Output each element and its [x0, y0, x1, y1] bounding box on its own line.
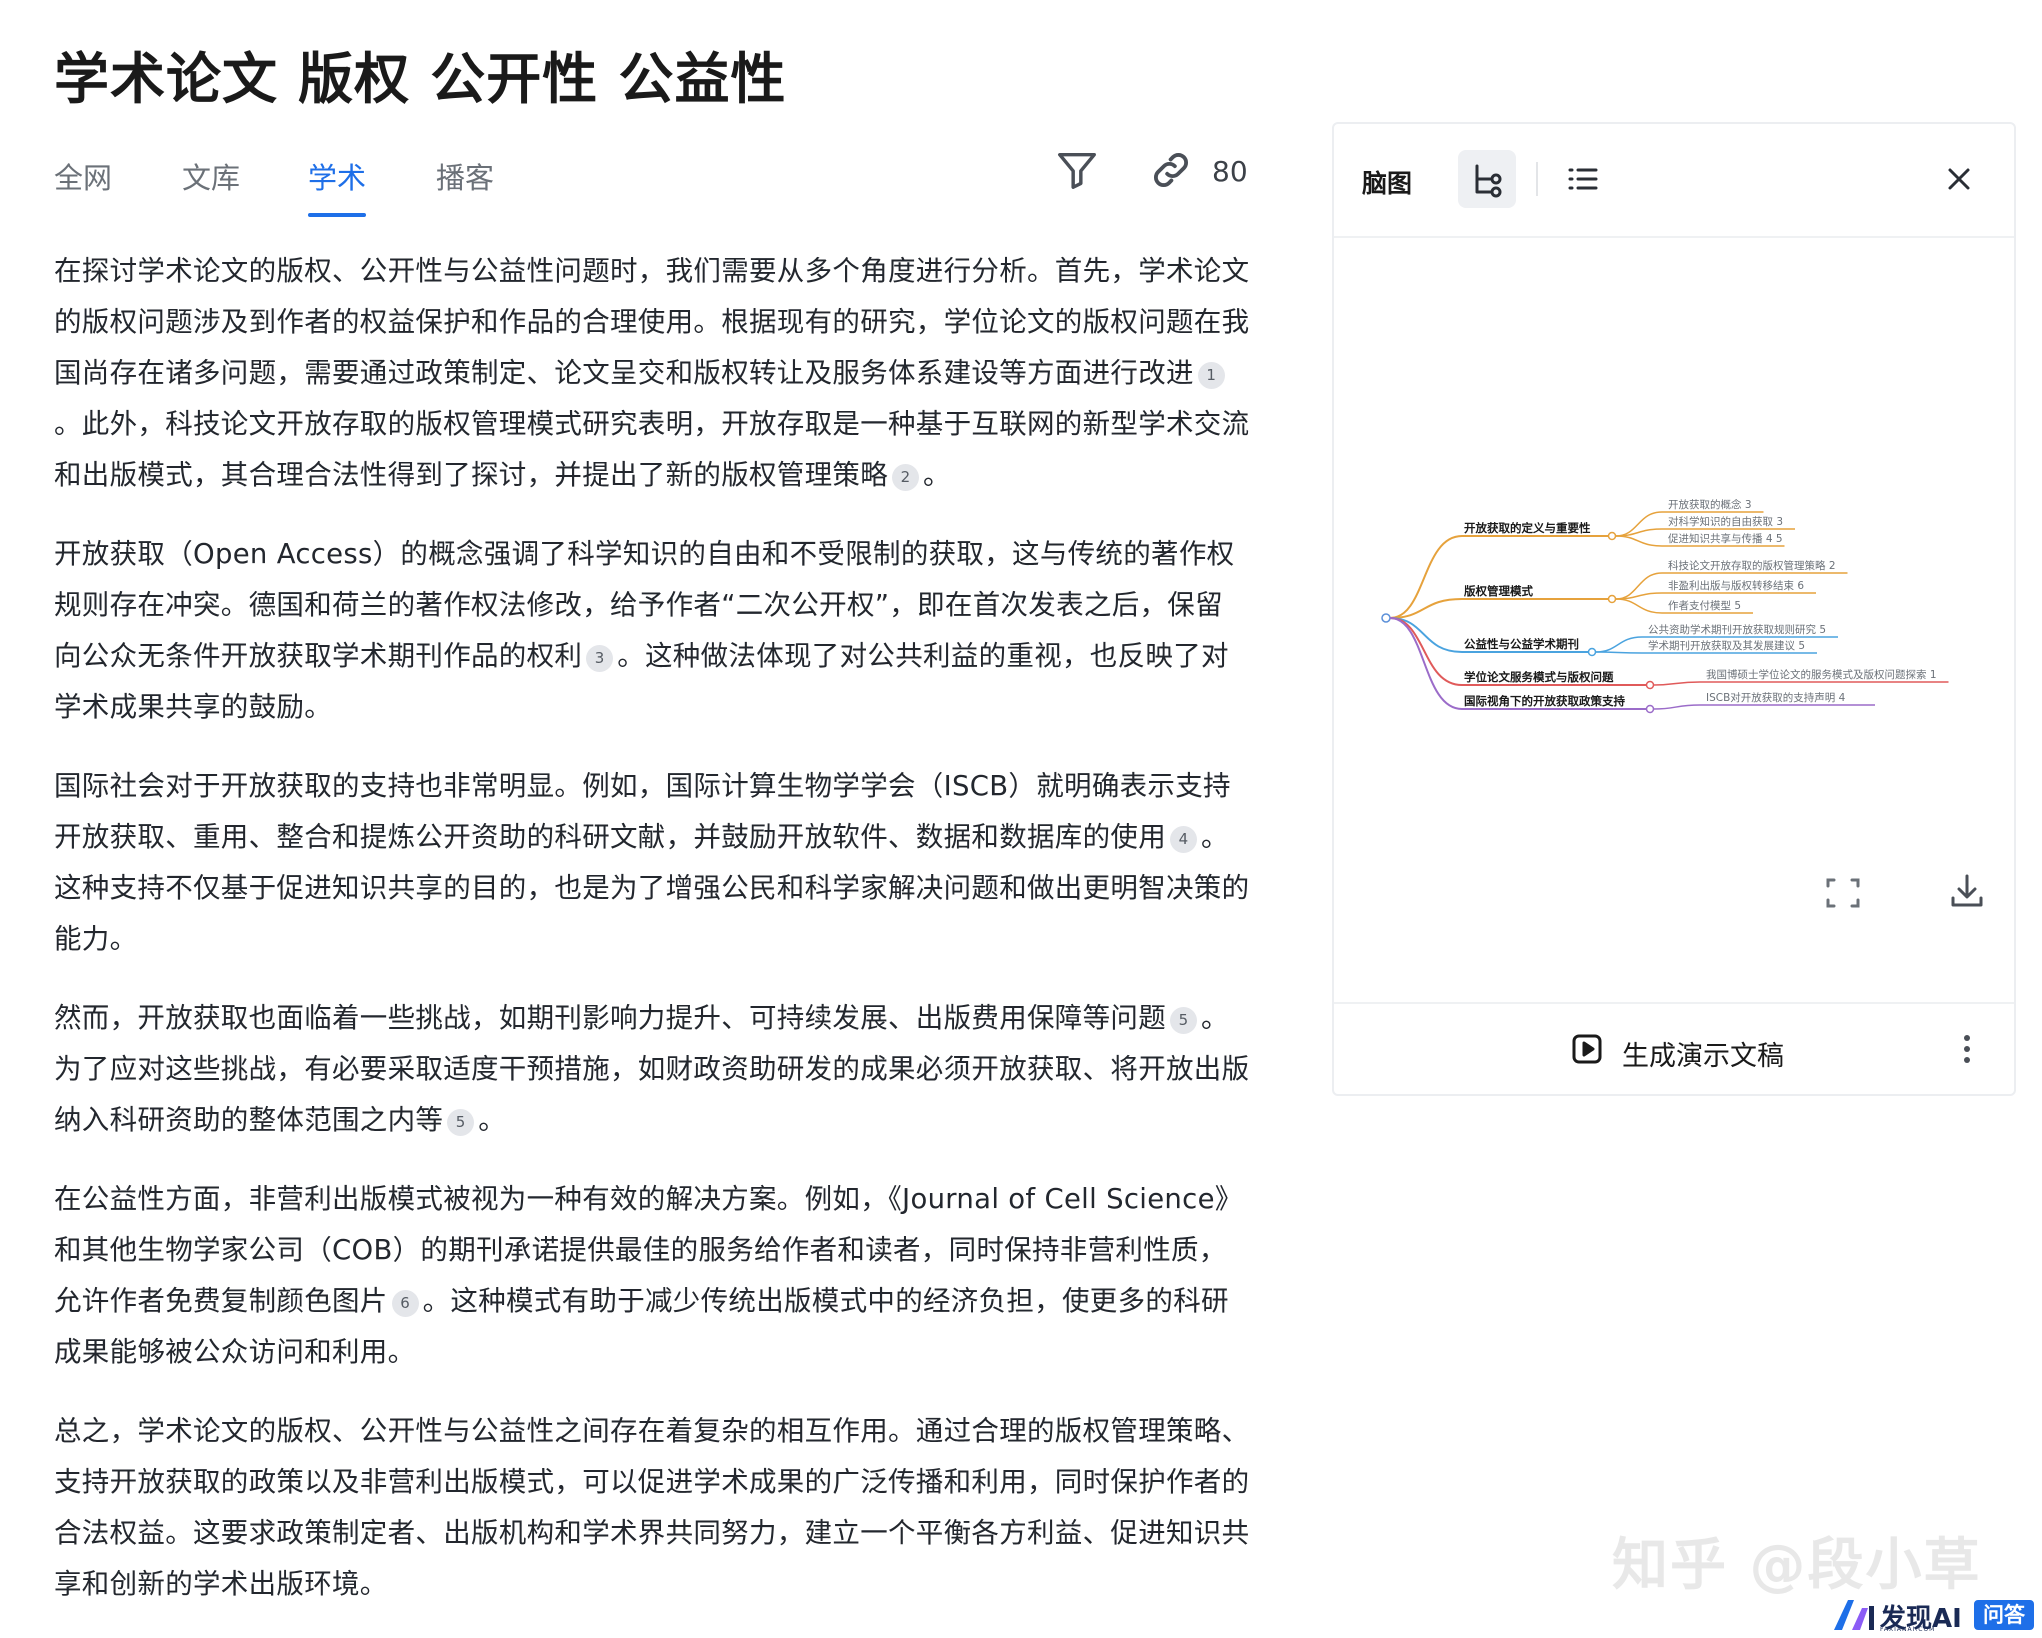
- mindmap-leaf-label: 作者支付模型 5: [1668, 599, 1741, 612]
- close-icon[interactable]: [1930, 150, 1988, 208]
- list-view-icon[interactable]: [1554, 150, 1612, 208]
- citation-badge[interactable]: 5: [447, 1109, 475, 1136]
- link-icon[interactable]: [1148, 147, 1194, 197]
- paragraph-5: 在公益性方面，非营利出版模式被视为一种有效的解决方案。例如，《Journal o…: [54, 1183, 1243, 1368]
- citation-badge[interactable]: 5: [1170, 1007, 1197, 1034]
- mindmap-branch-node: [1607, 531, 1617, 541]
- mindmap-leaf-label: ISCB对开放获取的支持声明 4: [1706, 691, 1846, 704]
- paragraph-6: 总之，学术论文的版权、公开性与公益性之间存在着复杂的相互作用。通过合理的版权管理…: [54, 1415, 1250, 1600]
- page-title: 学术论文 版权 公开性 公益性: [54, 47, 787, 111]
- paragraph-3: 国际社会对于开放获取的支持也非常明显。例如，国际计算生物学学会（ISCB）就明确…: [54, 770, 1250, 955]
- presentation-icon[interactable]: [1558, 1020, 1616, 1078]
- search-tabs: 全网 文库 学术 播客 80: [54, 145, 1250, 220]
- generate-presentation-button[interactable]: 生成演示文稿: [1622, 1034, 1784, 1073]
- answer-article: 在探讨学术论文的版权、公开性与公益性问题时，我们需要从多个角度进行分析。首先，学…: [54, 246, 1250, 1638]
- mindmap-branch-label: 公益性与公益学术期刊: [1464, 637, 1579, 651]
- mindmap-branch-node: [1645, 704, 1655, 714]
- header-divider: [1536, 162, 1538, 196]
- mindmap-branch-label: 版权管理模式: [1464, 584, 1533, 598]
- mindmap-branch-label: 开放获取的定义与重要性: [1464, 521, 1591, 535]
- mindmap-canvas[interactable]: 开放获取的定义与重要性 开放获取的概念 3 对科学知识的自由获取 3 促进知识共享与传…: [1334, 238, 2014, 868]
- mindmap-leaf-label: 我国博硕士学位论文的服务模式及版权问题探索 1: [1706, 668, 1937, 681]
- more-icon[interactable]: [1938, 1020, 1996, 1078]
- mindmap-branch-line: [1389, 535, 1608, 619]
- mindmap-leaf-label: 科技论文开放存取的版权管理策略 2: [1668, 559, 1836, 572]
- citation-badge[interactable]: 4: [1170, 826, 1197, 853]
- watermark: 知乎 @段小草: [1612, 1533, 1982, 1598]
- mindmap-leaf-label: 对科学知识的自由获取 3: [1668, 515, 1783, 528]
- tab-academic[interactable]: 学术: [308, 155, 367, 217]
- tab-web[interactable]: 全网: [54, 155, 112, 197]
- paragraph-2: 开放获取（Open Access）的概念强调了科学知识的自由和不受限制的获取，这…: [54, 538, 1235, 723]
- download-icon[interactable]: [1938, 862, 1996, 920]
- mindmap-leaf-label: 促进知识共享与传播 4 5: [1668, 532, 1783, 545]
- mindmap-branch-node: [1607, 594, 1617, 604]
- brand-tag: 问答: [1974, 1600, 2034, 1630]
- mindmap-leaf-label: 学术期刊开放获取及其发展建议 5: [1648, 639, 1805, 652]
- filter-icon[interactable]: [1054, 147, 1100, 197]
- mindmap-leaf-line: [1615, 592, 1816, 600]
- mindmap-leaf-line: [1595, 651, 1817, 654]
- tree-view-icon[interactable]: [1458, 150, 1516, 208]
- brand-logo-mark: [1832, 1596, 1876, 1636]
- mindmap-leaf-line: [1653, 704, 1875, 710]
- mindmap-branch-node: [1587, 647, 1597, 657]
- citation-badge[interactable]: 3: [586, 645, 614, 672]
- citation-badge[interactable]: 2: [892, 464, 919, 491]
- mindmap-panel: 脑图 开放获取的定义与重要性 开放获取的概念 3 对科学知识的自由获取 3 促进知识共…: [1332, 122, 2016, 1096]
- mindmap-branch-line: [1389, 598, 1608, 619]
- brand-domain: FAXIANAI.COM: [1880, 1626, 1936, 1633]
- paragraph-4: 然而，开放获取也面临着一些挑战，如期刊影响力提升、可持续发展、出版费用保障等问题…: [54, 1002, 1250, 1136]
- tab-podcast[interactable]: 播客: [436, 155, 494, 197]
- citation-badge[interactable]: 1: [1197, 362, 1225, 389]
- citation-badge[interactable]: 6: [391, 1290, 419, 1317]
- mindmap-branch-node: [1645, 680, 1655, 690]
- mindmap-leaf-label: 开放获取的概念 3: [1668, 498, 1752, 511]
- panel-footer: 生成演示文稿: [1334, 1002, 2014, 1098]
- paragraph-1: 在探讨学术论文的版权、公开性与公益性问题时，我们需要从多个角度进行分析。首先，学…: [54, 255, 1250, 491]
- mindmap-leaf-line: [1653, 681, 1949, 686]
- panel-header: 脑图: [1334, 124, 2014, 238]
- mindmap-label: 脑图: [1362, 169, 1413, 198]
- tab-library[interactable]: 文库: [182, 155, 240, 197]
- mindmap-branch-label: 学位论文服务模式与版权问题: [1464, 670, 1614, 684]
- mindmap-leaf-label: 非盈利出版与版权转移结束 6: [1668, 579, 1804, 592]
- mindmap-root-node: [1381, 613, 1391, 623]
- mindmap-branch-label: 国际视角下的开放获取政策支持: [1464, 694, 1625, 708]
- mindmap-leaf-label: 公共资助学术期刊开放获取规则研究 5: [1648, 623, 1826, 636]
- fullscreen-icon[interactable]: [1814, 864, 1872, 922]
- source-count[interactable]: 80: [1212, 155, 1248, 188]
